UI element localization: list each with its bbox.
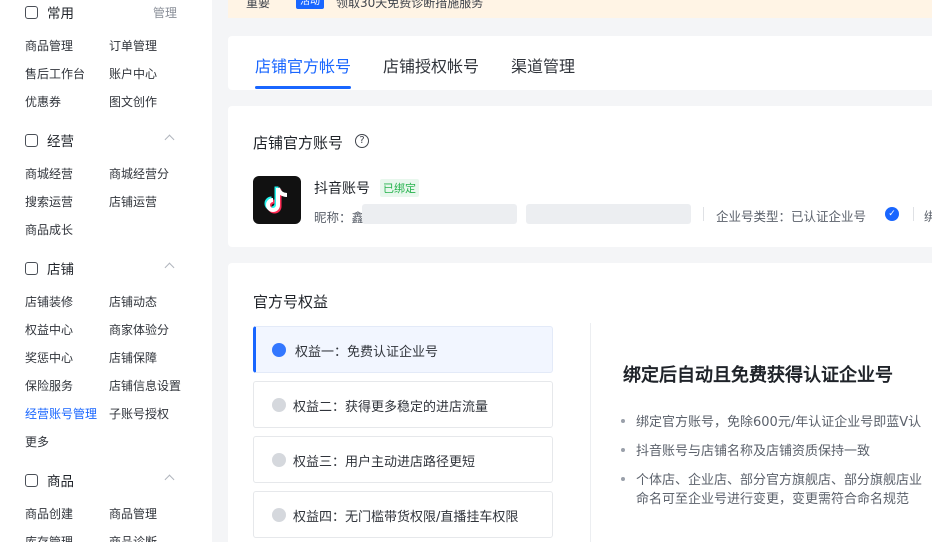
sidebar-item-coupon[interactable]: 优惠券 xyxy=(25,93,61,110)
verified-check-icon: ✓ xyxy=(885,207,899,221)
sidebar-item-sub-account[interactable]: 子账号授权 xyxy=(109,405,169,422)
sidebar-item-benefit-center[interactable]: 权益中心 xyxy=(25,321,73,338)
sidebar-item-aftersale[interactable]: 售后工作台 xyxy=(25,65,85,82)
tab-authorized-account[interactable]: 店铺授权帐号 xyxy=(383,53,479,77)
store-icon xyxy=(25,261,38,275)
platform-name: 抖音账号 xyxy=(314,181,370,197)
sidebar-item-product-diagnosis[interactable]: 商品诊断 xyxy=(109,533,157,542)
divider xyxy=(703,207,704,221)
section-title: 常用 xyxy=(47,6,74,22)
section-title: 商品 xyxy=(47,474,74,490)
banner-prefix: 重要 xyxy=(246,0,271,10)
section-store[interactable]: 店铺 xyxy=(25,258,195,278)
chart-icon xyxy=(25,133,38,147)
card-title: 店铺官方账号 xyxy=(253,134,344,152)
help-icon[interactable]: ? xyxy=(355,134,369,148)
truncated-text: 绑 xyxy=(924,209,932,224)
sidebar-item-account-manage[interactable]: 经营账号管理 xyxy=(25,405,97,422)
tab-official-account[interactable]: 店铺官方帐号 xyxy=(255,53,351,77)
section-title: 经营 xyxy=(47,134,74,150)
benefit-label: 权益三：用户主动进店路径更短 xyxy=(293,455,476,470)
chevron-up-icon xyxy=(164,262,175,273)
sidebar-item-product-manage-2[interactable]: 商品管理 xyxy=(109,505,157,522)
sidebar-item-product-create[interactable]: 商品创建 xyxy=(25,505,73,522)
detail-bullet: 抖音账号与店铺名称及店铺资质保持一致 xyxy=(621,440,870,459)
sidebar-item-product-growth[interactable]: 商品成长 xyxy=(25,221,73,238)
section-title: 店铺 xyxy=(47,262,74,278)
sidebar-item-inventory[interactable]: 库存管理 xyxy=(25,533,73,542)
folder-icon xyxy=(25,5,38,19)
sidebar-item-mall-score[interactable]: 商城经营分 xyxy=(109,165,169,182)
banner-text[interactable]: 领取30天免费诊断措施服务 xyxy=(336,0,483,11)
divider xyxy=(913,207,914,221)
benefits-title: 官方号权益 xyxy=(253,293,329,311)
redacted-info xyxy=(526,204,691,224)
detail-bullet-continuation: 命名可至企业号进行变更，变更需符合命名规范 xyxy=(636,492,910,507)
official-account-card: 店铺官方账号 ? 抖音账号 已绑定 昵称：鑫 企业号类型：已认证企业号 ✓ 绑 xyxy=(228,106,932,247)
detail-title: 绑定后自动且免费获得认证企业号 xyxy=(623,365,893,386)
redacted-nickname xyxy=(362,204,517,224)
divider xyxy=(590,323,591,542)
benefit-label: 权益一：免费认证企业号 xyxy=(295,345,439,360)
manage-link[interactable]: 管理 xyxy=(153,4,177,21)
chevron-up-icon xyxy=(164,474,175,485)
sidebar: 常用 管理 商品管理 订单管理 售后工作台 账户中心 优惠券 图文创作 经营 商… xyxy=(0,0,212,542)
enterprise-type: 企业号类型：已认证企业号 xyxy=(716,209,867,224)
benefits-card: 官方号权益 权益一：免费认证企业号 权益二：获得更多稳定的进店流量 权益三：用户… xyxy=(228,263,932,542)
user-icon xyxy=(272,453,286,467)
douyin-logo-icon xyxy=(253,176,301,224)
sidebar-item-search-operation[interactable]: 搜索运营 xyxy=(25,193,73,210)
traffic-icon xyxy=(272,398,286,412)
active-tab-indicator xyxy=(255,86,351,89)
benefit-item-3[interactable]: 权益三：用户主动进店路径更短 xyxy=(253,436,553,483)
sidebar-item-product-manage[interactable]: 商品管理 xyxy=(25,37,73,54)
notice-banner: 重要 活动 领取30天免费诊断措施服务 xyxy=(228,0,932,18)
benefit-item-2[interactable]: 权益二：获得更多稳定的进店流量 xyxy=(253,381,553,428)
banner-tag: 活动 xyxy=(296,0,324,9)
detail-bullet: 个体店、企业店、部分官方旗舰店、部分旗舰店业 xyxy=(621,469,922,488)
sidebar-item-store-decoration[interactable]: 店铺装修 xyxy=(25,293,73,310)
tab-channel-manage[interactable]: 渠道管理 xyxy=(511,53,575,77)
sidebar-item-order-manage[interactable]: 订单管理 xyxy=(109,37,157,54)
sidebar-item-store-news[interactable]: 店铺动态 xyxy=(109,293,157,310)
sidebar-item-graphic-creation[interactable]: 图文创作 xyxy=(109,93,157,110)
detail-bullet: 绑定官方账号，免除600元/年认证企业号即蓝V认 xyxy=(621,411,921,430)
sidebar-item-reward-penalty[interactable]: 奖惩中心 xyxy=(25,349,73,366)
sidebar-item-mall-operation[interactable]: 商城经营 xyxy=(25,165,73,182)
tab-bar: 店铺官方帐号 店铺授权帐号 渠道管理 xyxy=(228,36,932,90)
nickname-label: 昵称：鑫 xyxy=(314,210,365,225)
sidebar-item-store-operation[interactable]: 店铺运营 xyxy=(109,193,157,210)
benefit-item-4[interactable]: 权益四：无门槛带货权限/直播挂车权限 xyxy=(253,491,553,538)
benefit-label: 权益四：无门槛带货权限/直播挂车权限 xyxy=(293,510,519,525)
chevron-up-icon xyxy=(164,134,175,145)
shield-icon xyxy=(272,508,286,522)
benefit-item-1[interactable]: 权益一：免费认证企业号 xyxy=(253,326,553,373)
section-product[interactable]: 商品 xyxy=(25,470,195,490)
sidebar-item-account-center[interactable]: 账户中心 xyxy=(109,65,157,82)
sidebar-item-store-guarantee[interactable]: 店铺保障 xyxy=(109,349,157,366)
status-badge: 已绑定 xyxy=(380,179,419,197)
section-common[interactable]: 常用 管理 xyxy=(25,2,195,22)
benefit-label: 权益二：获得更多稳定的进店流量 xyxy=(293,400,489,415)
shield-icon xyxy=(272,343,286,357)
sidebar-item-merchant-score[interactable]: 商家体验分 xyxy=(109,321,169,338)
sidebar-item-more[interactable]: 更多 xyxy=(25,433,49,450)
product-icon xyxy=(25,473,38,487)
section-operation[interactable]: 经营 xyxy=(25,130,195,150)
sidebar-item-insurance[interactable]: 保险服务 xyxy=(25,377,73,394)
sidebar-item-store-info[interactable]: 店铺信息设置 xyxy=(109,377,181,394)
